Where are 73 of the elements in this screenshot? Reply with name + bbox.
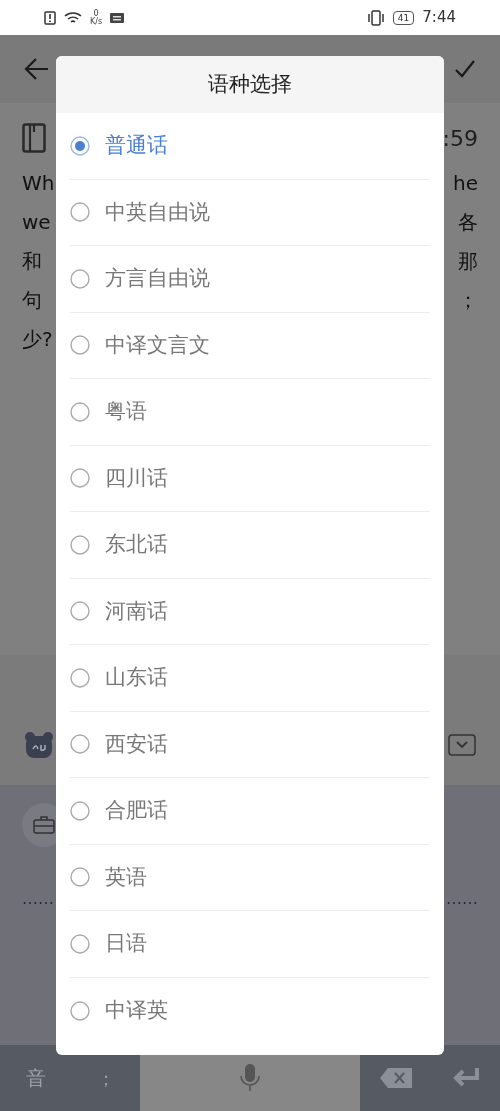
- language-option[interactable]: 中英自由说: [70, 179, 430, 246]
- language-option[interactable]: 英语: [70, 844, 430, 911]
- back-arrow-icon[interactable]: [24, 57, 50, 81]
- radio-icon: [70, 534, 90, 555]
- du-logo-icon[interactable]: [24, 731, 54, 759]
- option-label: 方言自由说: [105, 265, 210, 292]
- notebook-icon: [22, 123, 46, 153]
- note-time: :59: [442, 124, 478, 153]
- option-label: 粤语: [105, 398, 147, 425]
- note-text-fragment: 少?: [22, 325, 53, 353]
- note-text-fragment: we: [22, 208, 51, 236]
- radio-icon: [70, 867, 90, 888]
- language-option[interactable]: 河南话: [70, 578, 430, 645]
- option-label: 山东话: [105, 664, 168, 691]
- option-label: 东北话: [105, 531, 168, 558]
- note-text-fragment: ；: [458, 286, 478, 314]
- option-label: 普通话: [105, 132, 168, 159]
- option-label: 西安话: [105, 730, 168, 758]
- radio-icon: [70, 268, 90, 289]
- language-option[interactable]: 合肥话: [70, 778, 430, 845]
- option-label: 河南话: [105, 597, 168, 625]
- radio-icon: [70, 401, 90, 422]
- radio-icon: [70, 135, 90, 156]
- radio-icon: [70, 1000, 90, 1021]
- option-label: 中英自由说: [105, 198, 210, 226]
- radio-icon: [70, 601, 90, 622]
- option-label: 中译英: [105, 997, 168, 1024]
- wifi-icon: [64, 10, 82, 25]
- language-option[interactable]: 日语: [70, 911, 430, 978]
- note-text-fragment: 和: [22, 247, 42, 275]
- briefcase-icon: [33, 816, 55, 834]
- option-label: 日语: [105, 930, 147, 957]
- backspace-icon[interactable]: [379, 1067, 413, 1089]
- alert-icon: [44, 10, 56, 25]
- language-option[interactable]: 方言自由说: [70, 246, 430, 313]
- language-option[interactable]: 中译文言文: [70, 312, 430, 379]
- candidate-dots: ……: [446, 888, 478, 910]
- vibrate-icon: [366, 9, 385, 26]
- note-text-fragment: Wh: [22, 169, 55, 197]
- candidate-dots: ……: [22, 888, 54, 910]
- option-label: 英语: [105, 863, 147, 891]
- battery-indicator: 41: [392, 10, 415, 25]
- pinyin-key[interactable]: 音: [25, 1063, 46, 1093]
- note-text-fragment: he: [453, 169, 478, 197]
- dialog-title: 语种选择: [208, 70, 292, 98]
- radio-icon: [70, 202, 90, 223]
- language-option[interactable]: 西安话: [70, 711, 430, 778]
- radio-icon: [70, 335, 90, 356]
- radio-icon: [70, 933, 90, 954]
- net-speed-unit: K/s: [90, 17, 103, 26]
- language-option[interactable]: 普通话: [70, 113, 430, 180]
- language-option[interactable]: 中译英: [70, 977, 430, 1044]
- language-option[interactable]: 东北话: [70, 512, 430, 579]
- collapse-keyboard-icon[interactable]: [448, 734, 476, 756]
- language-option[interactable]: 山东话: [70, 645, 430, 712]
- sim-icon: [110, 12, 125, 23]
- radio-icon: [70, 800, 90, 821]
- option-label: 四川话: [105, 464, 168, 492]
- checkmark-icon[interactable]: [454, 58, 476, 80]
- net-speed-value: 0: [93, 9, 99, 18]
- note-text-fragment: 各: [458, 208, 478, 236]
- radio-icon: [70, 734, 90, 755]
- option-label: 中译文言文: [105, 331, 210, 359]
- note-text-fragment: 那: [458, 247, 478, 275]
- language-option[interactable]: 四川话: [70, 445, 430, 512]
- radio-icon: [70, 468, 90, 489]
- language-option[interactable]: 粤语: [70, 379, 430, 446]
- punctuation-key[interactable]: ；: [96, 1064, 115, 1092]
- microphone-icon: [239, 1063, 261, 1093]
- option-label: 合肥话: [105, 797, 168, 824]
- note-text-fragment: 句: [22, 286, 42, 314]
- radio-icon: [70, 667, 90, 688]
- clock-time: 7:44: [422, 7, 456, 29]
